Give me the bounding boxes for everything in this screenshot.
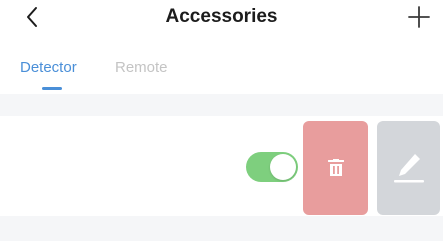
page-title: Accessories <box>165 6 278 27</box>
header-bar: Accessories <box>0 0 443 36</box>
delete-button[interactable] <box>303 121 368 215</box>
edit-button[interactable] <box>377 121 440 215</box>
tab-detector[interactable]: Detector <box>20 59 77 76</box>
add-accessory-button[interactable] <box>406 4 432 30</box>
toggle-knob <box>270 154 296 180</box>
trash-icon <box>327 159 344 176</box>
tab-remote[interactable]: Remote <box>115 59 168 76</box>
pencil-icon <box>393 154 424 183</box>
plus-icon <box>408 6 430 28</box>
tab-bar: Detector Remote <box>0 52 443 94</box>
section-divider-bottom <box>0 216 443 241</box>
section-divider-top <box>0 94 443 116</box>
accessory-toggle[interactable] <box>246 152 298 182</box>
active-tab-indicator <box>42 87 62 90</box>
